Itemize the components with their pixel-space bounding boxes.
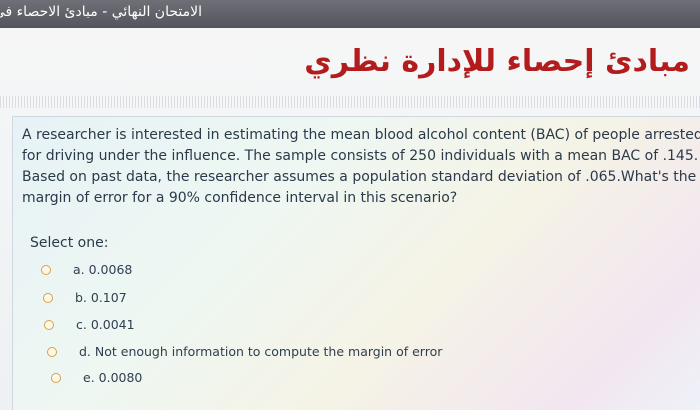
radio-button[interactable] [44,319,54,330]
answer-option-b[interactable]: b. 0.107 [43,289,127,305]
question-box: A researcher is interested in estimating… [12,116,700,410]
question-text: A researcher is interested in estimating… [22,125,700,209]
select-one-label: Select one: [30,235,109,251]
radio-button[interactable] [41,264,51,275]
answer-option-e[interactable]: e. 0.0080 [51,369,142,385]
option-label: a. 0.0068 [73,262,133,277]
radio-button[interactable] [43,292,53,303]
question-line: Based on past data, the researcher assum… [22,169,697,185]
breadcrumb[interactable]: الامتحان النهائي - مبادئ الاحصاء في ا [0,4,202,20]
screen: الامتحان النهائي - مبادئ الاحصاء في ا مب… [0,0,700,410]
answer-option-d[interactable]: d. Not enough information to compute the… [47,343,442,359]
answer-option-a[interactable]: a. 0.0068 [41,261,132,277]
question-line: for driving under the influence. The sam… [22,148,699,164]
question-line: A researcher is interested in estimating… [22,127,700,143]
option-label: e. 0.0080 [83,370,143,385]
breadcrumb-bar: الامتحان النهائي - مبادئ الاحصاء في ا [0,0,700,28]
question-line: margin of error for a 90% confidence int… [22,190,458,206]
course-title: مبادئ إحصاء للإدارة نظري [304,44,690,79]
option-label: c. 0.0041 [76,317,135,332]
answer-option-c[interactable]: c. 0.0041 [44,316,135,332]
option-label: d. Not enough information to compute the… [79,344,443,359]
section-divider [0,96,700,108]
option-label: b. 0.107 [75,290,127,305]
radio-button[interactable] [47,346,57,357]
radio-button[interactable] [51,372,61,383]
